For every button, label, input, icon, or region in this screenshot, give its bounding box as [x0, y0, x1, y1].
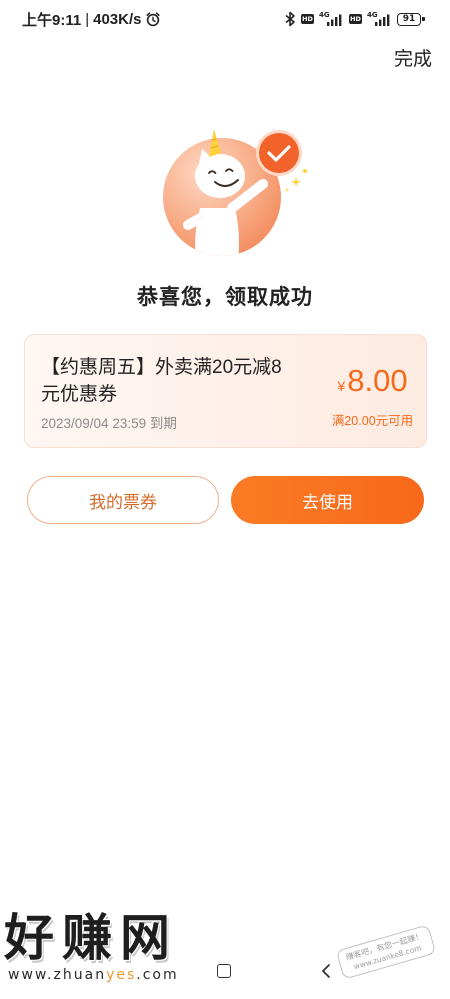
coupon-amount-line: ¥8.00	[319, 363, 426, 405]
signal-bars-svg	[327, 14, 342, 26]
coupon-condition: 满20.00元可用	[331, 414, 414, 428]
hd-badge-sim2: HD	[349, 14, 362, 24]
sparkle-dot	[285, 188, 289, 192]
currency-symbol: ¥	[337, 378, 346, 394]
status-bar: 上午9:11 | 403K/s HD 4G HD 4G 91	[0, 8, 450, 30]
mascot-body-group	[183, 208, 239, 256]
bluetooth-icon	[284, 11, 296, 27]
watermark-url: www.zhuanyes.com	[8, 967, 179, 983]
screen: 上午9:11 | 403K/s HD 4G HD 4G 91 完成 恭喜您，领取…	[0, 0, 450, 999]
coupon-name: 【约惠周五】外卖满20元减8元优惠券	[41, 357, 282, 405]
sparkle-dot	[303, 169, 307, 173]
signal-bars-icon-sim1: 4G	[319, 11, 344, 27]
check-badge-fill	[259, 133, 299, 173]
watermark-site-name: 好赚网	[4, 910, 178, 966]
status-left: 上午9:11 | 403K/s	[22, 8, 161, 30]
success-illustration	[163, 129, 307, 256]
coupon-expiry: 2023/09/04 23:59 到期	[41, 416, 177, 431]
coupon-value: ¥8.00 满20.00元可用	[319, 335, 426, 447]
use-coupon-button[interactable]: 去使用	[231, 476, 424, 524]
check-badge	[256, 130, 302, 176]
status-separator: |	[85, 10, 90, 28]
watermark-url-highlight: yes	[106, 967, 137, 983]
my-tickets-button[interactable]: 我的票券	[27, 476, 219, 524]
done-button[interactable]: 完成	[394, 48, 432, 72]
square-home-icon[interactable]	[217, 964, 231, 978]
hd-badge-sim1: HD	[301, 14, 314, 24]
alarm-clock-icon	[145, 11, 161, 27]
status-right: HD 4G HD 4G 91	[284, 8, 425, 30]
coupon-card: 【约惠周五】外卖满20元减8元优惠券 2023/09/04 23:59 到期 ¥…	[24, 334, 427, 448]
coupon-amount: 8.00	[347, 363, 408, 398]
watermark-url-part: www.zhuan	[8, 967, 107, 983]
network-speed: 403K/s	[93, 10, 142, 28]
alarm-clock-svg	[146, 12, 161, 27]
bluetooth-svg	[285, 11, 295, 27]
signal-bars-icon-sim2: 4G	[367, 11, 392, 27]
status-time: 上午9:11	[22, 11, 82, 29]
success-title: 恭喜您，领取成功	[137, 286, 313, 309]
battery-icon: 91	[397, 12, 425, 26]
watermark-url-part: .com	[136, 967, 179, 983]
watermark-stamp: 赚客吧，有您一起赚！ www.zuanke8.com	[335, 924, 437, 980]
chevron-left-icon[interactable]	[320, 963, 332, 979]
sparkle-icon	[291, 177, 301, 187]
signal-bars-svg	[375, 14, 390, 26]
